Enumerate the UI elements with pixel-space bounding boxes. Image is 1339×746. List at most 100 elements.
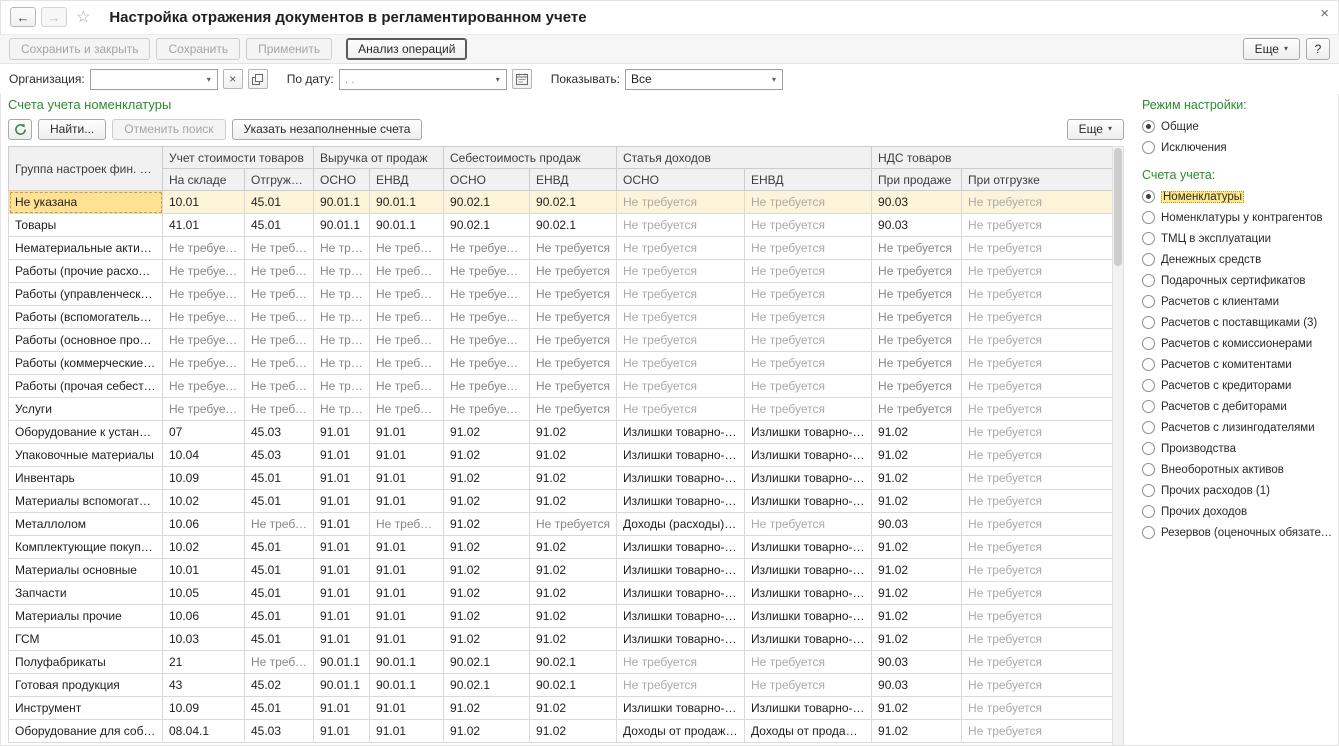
account-cell[interactable]: 91.02	[530, 720, 617, 743]
account-cell[interactable]: Излишки товарно-мате...	[745, 421, 872, 444]
fill-empty-accounts-button[interactable]: Указать незаполненные счета	[232, 119, 423, 140]
finance-group-cell[interactable]: Услуги	[9, 398, 163, 421]
account-cell[interactable]: Не требуется	[245, 375, 314, 398]
account-cell[interactable]: 21	[163, 651, 245, 674]
operations-analysis-button[interactable]: Анализ операций	[346, 38, 467, 60]
account-cell[interactable]: 91.01	[370, 444, 444, 467]
account-cell[interactable]: Не требуется	[245, 283, 314, 306]
account-type-radio-option[interactable]: Расчетов с дебиторами	[1142, 396, 1336, 417]
finance-group-cell[interactable]: Работы (прочие расходы)	[9, 260, 163, 283]
finance-group-cell[interactable]: Готовая продукция	[9, 674, 163, 697]
account-cell[interactable]: Не требуется	[444, 306, 530, 329]
account-cell[interactable]: 91.01	[370, 536, 444, 559]
account-cell[interactable]: 91.02	[530, 697, 617, 720]
account-cell[interactable]: 91.01	[314, 628, 370, 651]
account-cell[interactable]: Излишки товарно-мате...	[617, 582, 745, 605]
account-cell[interactable]: Не требуется	[163, 283, 245, 306]
account-cell[interactable]: 91.02	[444, 444, 530, 467]
account-cell[interactable]: 08.04.1	[163, 720, 245, 743]
account-cell[interactable]: 91.01	[314, 559, 370, 582]
column-header[interactable]: ОСНО	[314, 169, 370, 191]
account-cell[interactable]: Не требуется	[617, 651, 745, 674]
account-cell[interactable]: Не требуется	[444, 375, 530, 398]
account-cell[interactable]: 91.02	[444, 513, 530, 536]
scrollbar-thumb[interactable]	[1114, 148, 1122, 266]
finance-group-cell[interactable]: Материалы вспомогательн...	[9, 490, 163, 513]
account-cell[interactable]: Не требуется	[962, 444, 1113, 467]
account-cell[interactable]: Не требуется	[530, 237, 617, 260]
account-cell[interactable]: 91.01	[370, 605, 444, 628]
account-cell[interactable]: 90.02.1	[530, 191, 617, 214]
account-type-radio-option[interactable]: Резервов (оценочных обязательств)	[1142, 522, 1336, 543]
apply-button[interactable]: Применить	[246, 38, 332, 60]
account-cell[interactable]: Не требуется	[962, 375, 1113, 398]
column-group-header[interactable]: Учет стоимости товаров	[163, 147, 314, 169]
account-cell[interactable]: 90.03	[872, 191, 962, 214]
account-cell[interactable]: Не требуется	[962, 191, 1113, 214]
account-cell[interactable]: Не требуется	[444, 398, 530, 421]
chevron-down-icon[interactable]: ▾	[766, 70, 782, 89]
account-cell[interactable]: Не требуется	[962, 237, 1113, 260]
table-row[interactable]: Материалы прочие10.0645.0191.0191.0191.0…	[9, 605, 1113, 628]
account-cell[interactable]: Не требуется	[962, 628, 1113, 651]
account-cell[interactable]: 91.01	[314, 697, 370, 720]
account-cell[interactable]: 91.02	[530, 467, 617, 490]
account-cell[interactable]: 10.05	[163, 582, 245, 605]
account-cell[interactable]: 91.02	[444, 582, 530, 605]
account-cell[interactable]: 10.04	[163, 444, 245, 467]
account-cell[interactable]: Не требуется	[745, 651, 872, 674]
account-cell[interactable]: Не требуется	[745, 260, 872, 283]
account-type-radio-option[interactable]: Номенклатуры у контрагентов	[1142, 207, 1336, 228]
column-header[interactable]: ЕНВД	[745, 169, 872, 191]
account-cell[interactable]: 90.01.1	[314, 651, 370, 674]
account-cell[interactable]: Не требуется	[314, 375, 370, 398]
chevron-down-icon[interactable]: ▾	[201, 70, 217, 89]
account-cell[interactable]: Не требуется	[962, 467, 1113, 490]
account-cell[interactable]: Не требуется	[245, 352, 314, 375]
table-row[interactable]: УслугиНе требуетсяНе требуетсяНе требует…	[9, 398, 1113, 421]
finance-group-cell[interactable]: Работы (управленческие р...	[9, 283, 163, 306]
account-cell[interactable]: Не требуется	[370, 398, 444, 421]
account-cell[interactable]: Не требуется	[245, 398, 314, 421]
account-cell[interactable]: Не требуется	[163, 306, 245, 329]
account-cell[interactable]: 45.01	[245, 697, 314, 720]
account-cell[interactable]: 90.02.1	[444, 191, 530, 214]
account-cell[interactable]: Не требуется	[617, 306, 745, 329]
finance-group-cell[interactable]: Полуфабрикаты	[9, 651, 163, 674]
account-cell[interactable]: 90.01.1	[370, 651, 444, 674]
account-cell[interactable]: Излишки товарно-мате...	[617, 490, 745, 513]
table-row[interactable]: Товары41.0145.0190.01.190.01.190.02.190.…	[9, 214, 1113, 237]
account-cell[interactable]: 91.01	[370, 582, 444, 605]
account-cell[interactable]: 91.01	[314, 536, 370, 559]
account-cell[interactable]: Не требуется	[245, 329, 314, 352]
finance-group-cell[interactable]: Упаковочные материалы	[9, 444, 163, 467]
account-cell[interactable]: 91.01	[314, 605, 370, 628]
account-cell[interactable]: Не требуется	[314, 306, 370, 329]
account-cell[interactable]: 91.01	[314, 582, 370, 605]
account-cell[interactable]: Излишки товарно-мате...	[617, 605, 745, 628]
account-cell[interactable]: 41.01	[163, 214, 245, 237]
finance-group-cell[interactable]: Оборудование к установке	[9, 421, 163, 444]
account-cell[interactable]: 10.09	[163, 697, 245, 720]
table-row[interactable]: Готовая продукция4345.0290.01.190.01.190…	[9, 674, 1113, 697]
account-type-radio-option[interactable]: ТМЦ в эксплуатации	[1142, 228, 1336, 249]
finance-group-cell[interactable]: Нематериальные активы в...	[9, 237, 163, 260]
account-cell[interactable]: 45.01	[245, 467, 314, 490]
account-cell[interactable]: 45.03	[245, 444, 314, 467]
account-cell[interactable]: 91.02	[872, 697, 962, 720]
finance-group-cell[interactable]: Работы (прочая себестои...	[9, 375, 163, 398]
account-cell[interactable]: Излишки товарно-мате...	[745, 628, 872, 651]
account-cell[interactable]: 90.03	[872, 651, 962, 674]
account-cell[interactable]: Не требуется	[370, 375, 444, 398]
account-cell[interactable]: Не требуется	[745, 191, 872, 214]
account-cell[interactable]: Не требуется	[530, 306, 617, 329]
account-type-radio-option[interactable]: Производства	[1142, 438, 1336, 459]
account-cell[interactable]: 10.02	[163, 536, 245, 559]
account-cell[interactable]: 90.02.1	[530, 651, 617, 674]
calendar-button[interactable]	[512, 69, 532, 89]
account-cell[interactable]: Не требуется	[872, 329, 962, 352]
account-cell[interactable]: Не требуется	[962, 260, 1113, 283]
account-cell[interactable]: 45.03	[245, 421, 314, 444]
mode-radio-option[interactable]: Исключения	[1142, 137, 1336, 158]
mode-radio-option[interactable]: Общие	[1142, 116, 1336, 137]
